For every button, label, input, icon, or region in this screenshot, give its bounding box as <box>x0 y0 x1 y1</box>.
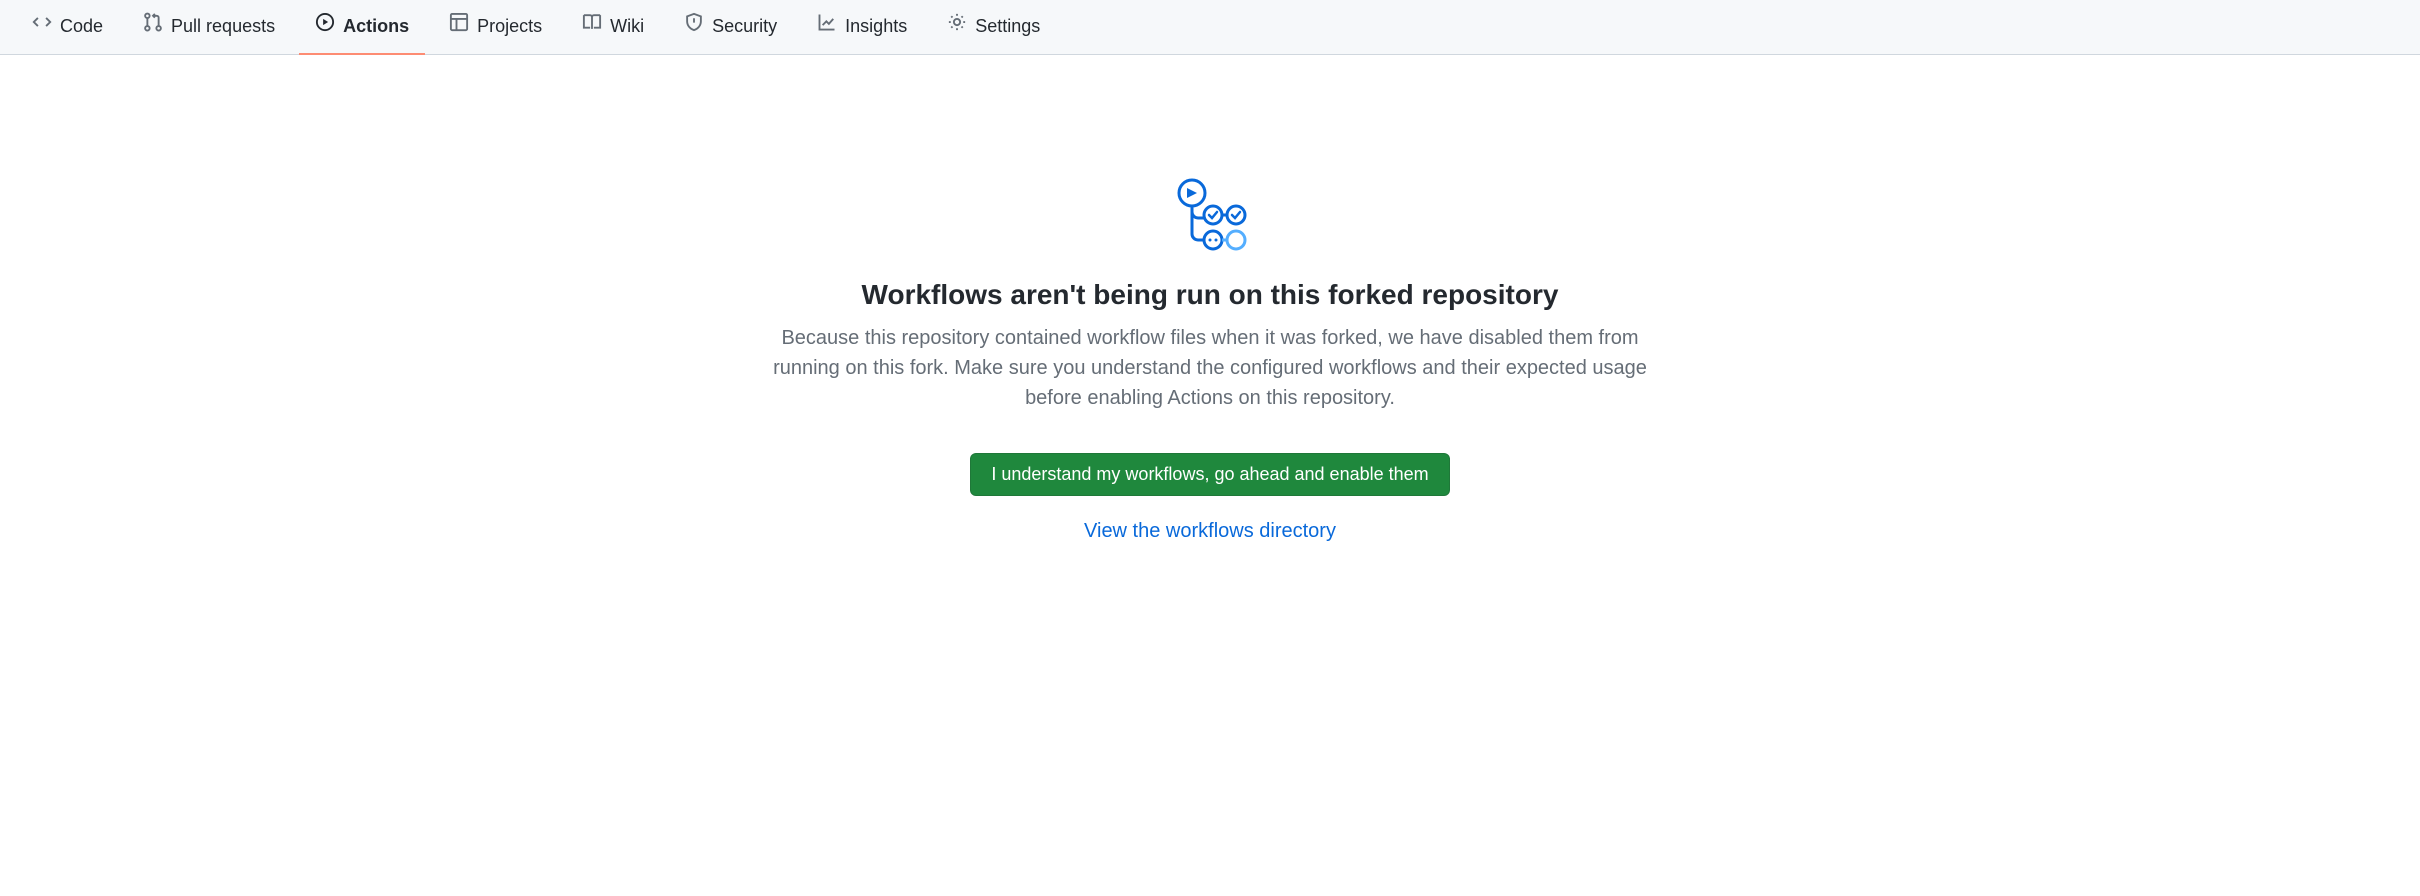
nav-wiki-label: Wiki <box>610 11 644 41</box>
enable-workflows-button[interactable]: I understand my workflows, go ahead and … <box>970 453 1449 496</box>
nav-projects-label: Projects <box>477 11 542 41</box>
nav-security[interactable]: Security <box>668 0 793 55</box>
nav-settings-label: Settings <box>975 11 1040 41</box>
repo-nav: Code Pull requests Actions Projects Wiki… <box>0 0 2420 55</box>
shield-icon <box>684 11 704 41</box>
nav-wiki[interactable]: Wiki <box>566 0 660 55</box>
nav-projects[interactable]: Projects <box>433 0 558 55</box>
nav-code[interactable]: Code <box>16 0 119 55</box>
workflow-illustration-icon <box>770 175 1650 255</box>
play-circle-icon <box>315 11 335 41</box>
view-workflows-link[interactable]: View the workflows directory <box>770 520 1650 543</box>
nav-code-label: Code <box>60 11 103 41</box>
code-icon <box>32 11 52 41</box>
nav-pull-requests-label: Pull requests <box>171 11 275 41</box>
nav-pull-requests[interactable]: Pull requests <box>127 0 291 55</box>
nav-settings[interactable]: Settings <box>931 0 1056 55</box>
nav-insights[interactable]: Insights <box>801 0 923 55</box>
nav-security-label: Security <box>712 11 777 41</box>
blankslate-description: Because this repository contained workfl… <box>770 323 1650 413</box>
graph-icon <box>817 11 837 41</box>
blankslate: Workflows aren't being run on this forke… <box>750 55 1670 583</box>
book-icon <box>582 11 602 41</box>
table-icon <box>449 11 469 41</box>
nav-actions-label: Actions <box>343 11 409 41</box>
blankslate-heading: Workflows aren't being run on this forke… <box>770 279 1650 311</box>
nav-actions[interactable]: Actions <box>299 0 425 55</box>
gear-icon <box>947 11 967 41</box>
git-pull-request-icon <box>143 11 163 41</box>
nav-insights-label: Insights <box>845 11 907 41</box>
